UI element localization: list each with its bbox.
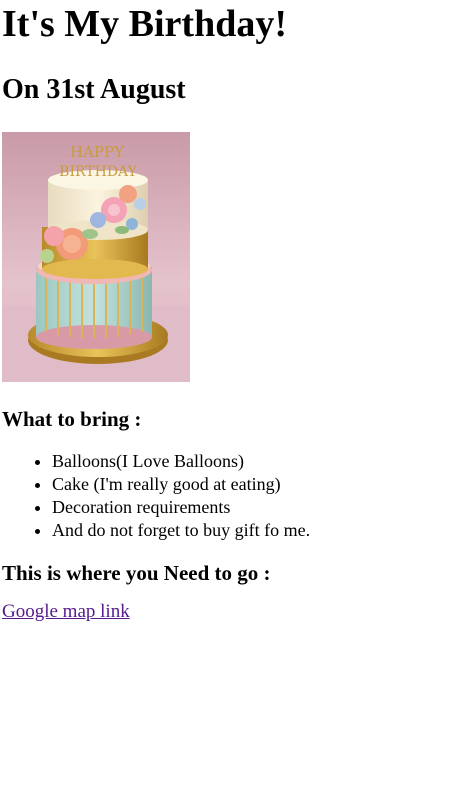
page-title: It's My Birthday!	[2, 3, 287, 45]
list-item: Cake (I'm really good at eating)	[52, 473, 450, 496]
cake-topper-text: HAPPY	[70, 143, 125, 161]
list-item: Balloons(I Love Balloons)	[52, 450, 450, 473]
list-item: And do not forget to buy gift fo me.	[52, 519, 450, 542]
bring-list: Balloons(I Love Balloons) Cake (I'm real…	[2, 450, 450, 542]
list-item: Decoration requirements	[52, 496, 450, 519]
bring-heading: What to bring :	[2, 407, 142, 431]
cake-topper-text-2: BIRTHDAY	[59, 164, 137, 180]
birthday-cake-image: HAPPY BIRTHDAY	[2, 132, 190, 382]
google-map-link[interactable]: Google map link	[2, 601, 130, 622]
location-heading: This is where you Need to go :	[2, 561, 271, 585]
birthday-date: On 31st August	[2, 74, 186, 105]
map-link-paragraph: Google map link	[2, 600, 450, 624]
